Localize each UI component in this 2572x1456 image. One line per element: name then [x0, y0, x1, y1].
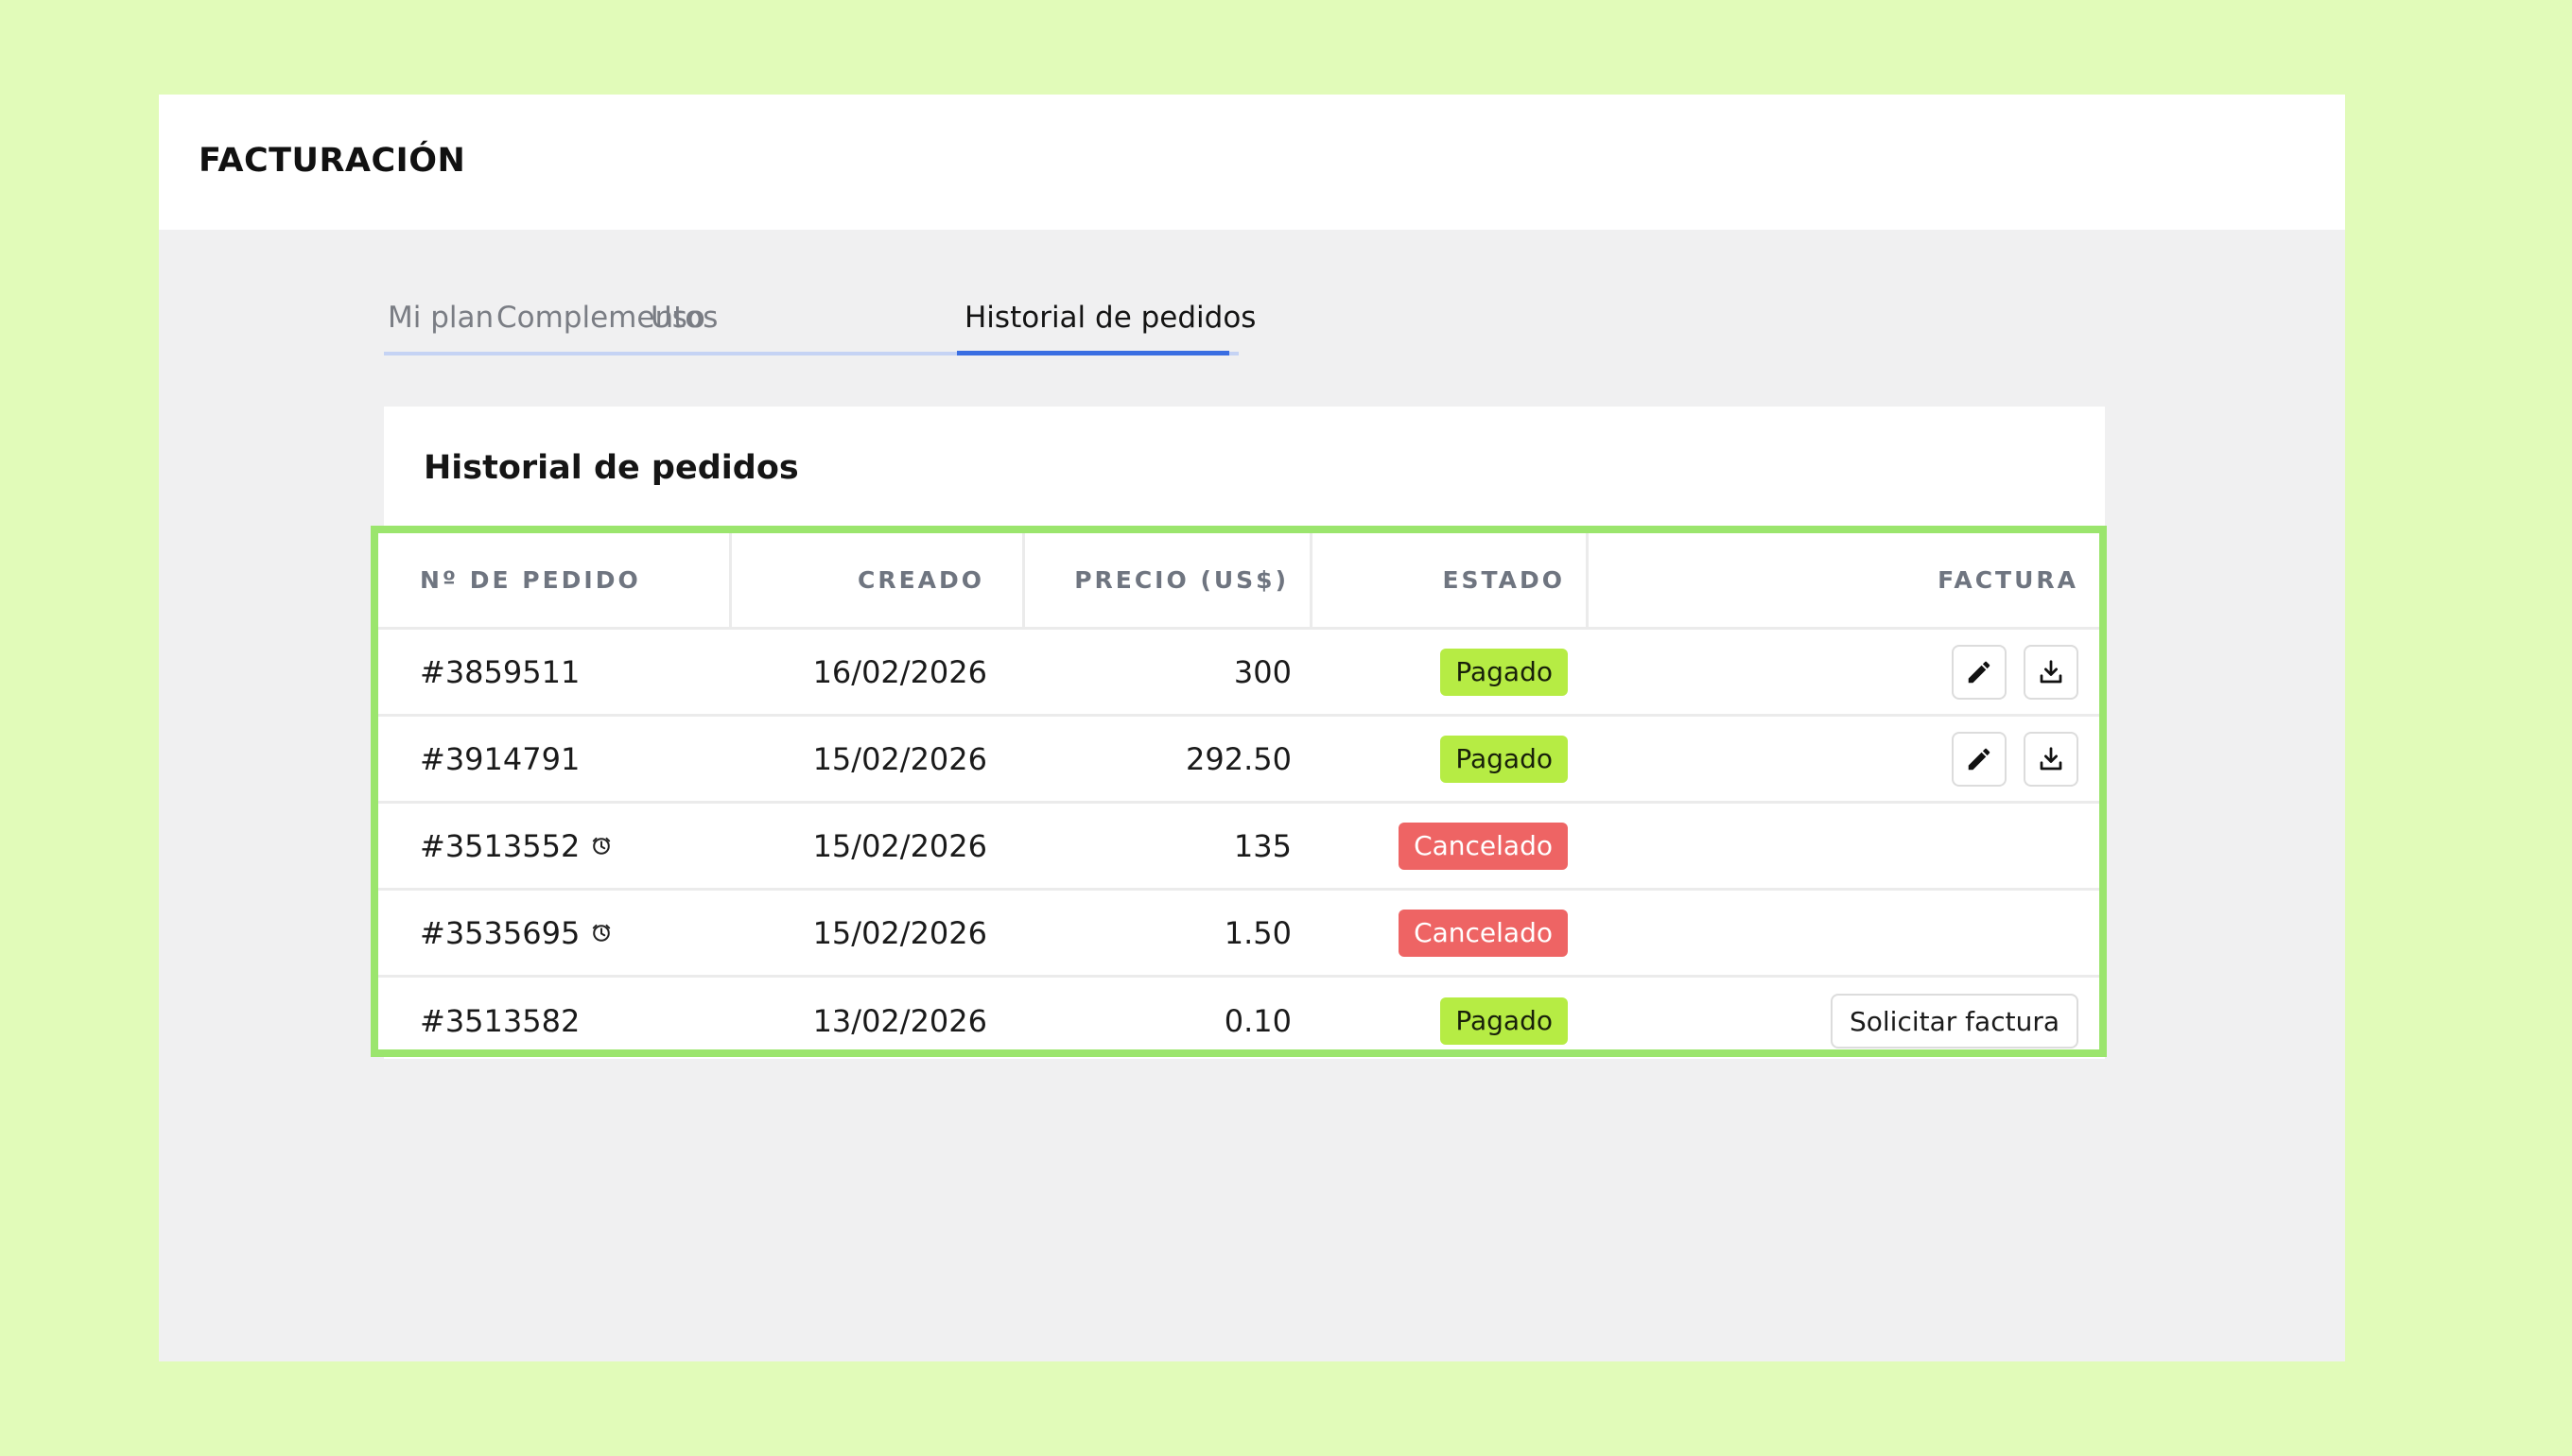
- table-row: #3513582 13/02/2026 0.10 Pagado Solicita…: [378, 978, 2099, 1065]
- request-invoice-button[interactable]: Solicitar factura: [1831, 994, 2078, 1049]
- status-cell: Cancelado: [1312, 804, 1589, 888]
- price: 135: [1233, 827, 1292, 864]
- column-header-price: PRECIO (US$): [1025, 533, 1312, 627]
- column-header-created: CREADO: [732, 533, 1025, 627]
- column-header-order: Nº DE PEDIDO: [378, 533, 732, 627]
- order-number-cell: #3914791: [378, 717, 732, 801]
- active-tab-indicator: [957, 351, 1229, 355]
- price: 292.50: [1186, 740, 1292, 777]
- order-number-cell: #3513552: [378, 804, 732, 888]
- column-header-invoice: FACTURA: [1938, 566, 2078, 594]
- billing-window: FACTURACIÓN Mi plan Complementos Uso His…: [159, 95, 2345, 1361]
- order-number-cell: #3859511: [378, 630, 732, 714]
- edit-pencil-icon: [1968, 661, 1990, 683]
- order-number: #3859511: [420, 653, 581, 690]
- invoice-cell: [1589, 630, 2099, 714]
- created-date: 16/02/2026: [812, 653, 987, 690]
- price: 0.10: [1224, 1003, 1292, 1039]
- status-cell: Pagado: [1312, 630, 1589, 714]
- order-number-cell: #3535695: [378, 891, 732, 975]
- edit-invoice-button[interactable]: [1952, 731, 2007, 787]
- top-bar: FACTURACIÓN: [159, 95, 2345, 230]
- invoice-cell: Solicitar factura: [1589, 978, 2099, 1065]
- download-invoice-button[interactable]: [2024, 644, 2078, 700]
- price: 300: [1233, 653, 1292, 690]
- created-date: 15/02/2026: [812, 740, 987, 777]
- order-number: #3513582: [420, 1003, 581, 1039]
- order-number: #3535695: [420, 914, 581, 951]
- tab-bar: Mi plan Complementos Uso Historial de pe…: [384, 293, 1256, 355]
- order-history-card: Historial de pedidos Nº DE PEDIDO CREADO…: [371, 407, 2107, 1059]
- column-header-status: ESTADO: [1312, 533, 1589, 627]
- table-header-row: Nº DE PEDIDO CREADO PRECIO (US$) ESTADO …: [378, 533, 2099, 630]
- download-icon: [2040, 659, 2062, 683]
- price: 1.50: [1224, 914, 1292, 951]
- download-invoice-button[interactable]: [2024, 731, 2078, 787]
- table-row: #3914791 15/02/2026 292.50 Pagado: [378, 717, 2099, 804]
- tab-uso[interactable]: Uso: [651, 301, 705, 335]
- created-date: 15/02/2026: [812, 914, 987, 951]
- edit-invoice-button[interactable]: [1952, 644, 2007, 700]
- status-badge: Cancelado: [1399, 909, 1568, 957]
- status-badge: Pagado: [1440, 997, 1568, 1045]
- card-title: Historial de pedidos: [424, 449, 799, 487]
- tab-mi-plan[interactable]: Mi plan: [388, 301, 494, 335]
- created-date: 13/02/2026: [812, 1003, 987, 1039]
- table-row: #3535695 15/02/2026 1.50 Cancelado: [378, 891, 2099, 978]
- clock-icon: [593, 837, 611, 855]
- status-badge: Cancelado: [1399, 822, 1568, 870]
- order-number-cell: #3513582: [378, 978, 732, 1065]
- invoice-cell: [1589, 804, 2099, 888]
- status-cell: Pagado: [1312, 978, 1589, 1065]
- order-number: #3914791: [420, 740, 581, 777]
- invoice-cell: [1589, 891, 2099, 975]
- status-cell: Pagado: [1312, 717, 1589, 801]
- edit-pencil-icon: [1968, 748, 1990, 770]
- download-icon: [2040, 746, 2062, 770]
- page-title: FACTURACIÓN: [199, 142, 466, 180]
- order-history-table: Nº DE PEDIDO CREADO PRECIO (US$) ESTADO …: [371, 526, 2107, 1057]
- clock-icon: [593, 924, 611, 942]
- tab-historial-de-pedidos[interactable]: Historial de pedidos: [964, 301, 1256, 335]
- status-cell: Cancelado: [1312, 891, 1589, 975]
- created-date: 15/02/2026: [812, 827, 987, 864]
- table-row: #3513552 15/02/2026 135 Cancelado: [378, 804, 2099, 891]
- table-row: #3859511 16/02/2026 300 Pagado: [378, 630, 2099, 717]
- status-badge: Pagado: [1440, 735, 1568, 783]
- order-number: #3513552: [420, 827, 581, 864]
- invoice-cell: [1589, 717, 2099, 801]
- status-badge: Pagado: [1440, 648, 1568, 696]
